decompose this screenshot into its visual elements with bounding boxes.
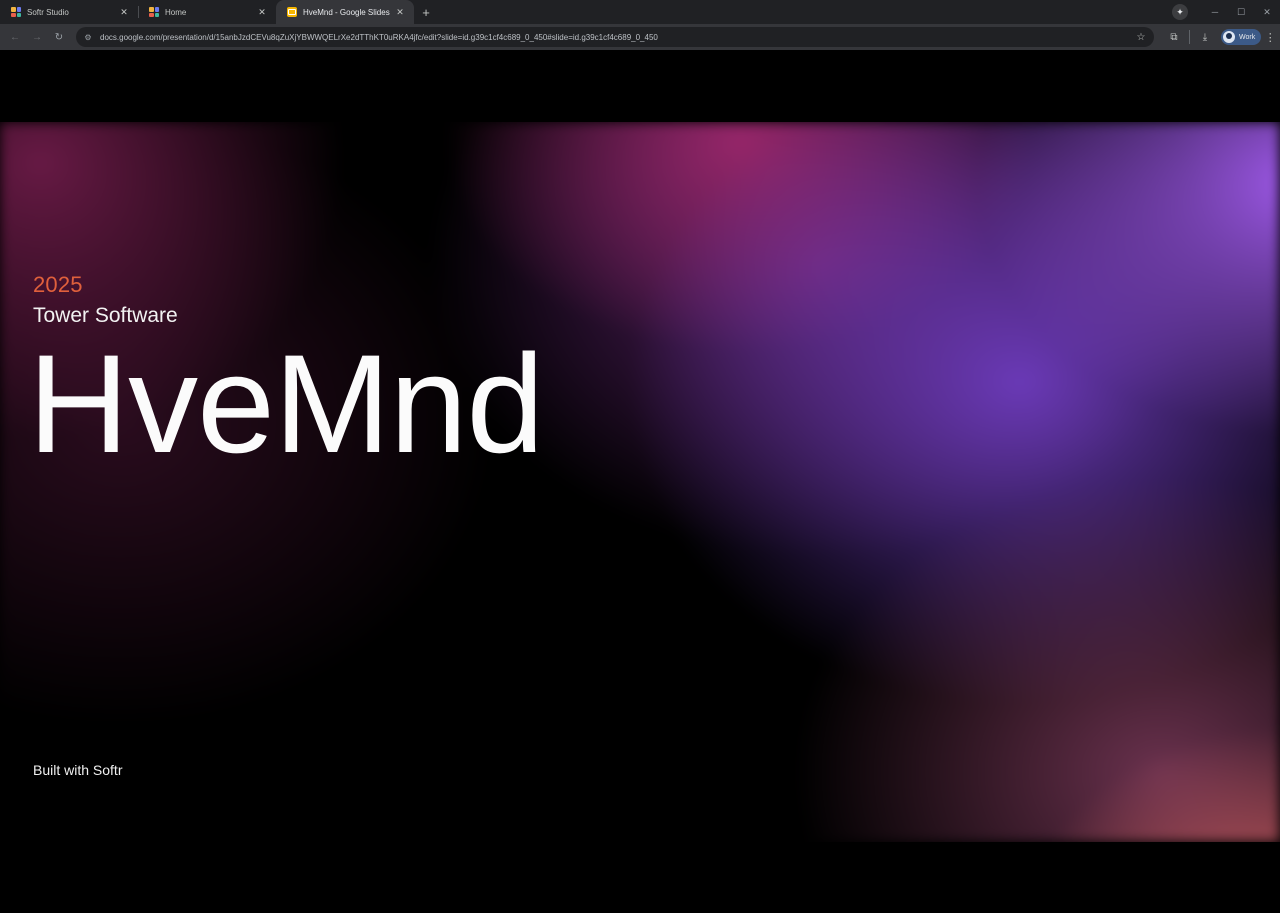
tab-title: HveMnd - Google Slides <box>303 7 390 17</box>
close-icon[interactable]: ✕ <box>118 7 130 18</box>
more-menu-icon[interactable]: ⋮ <box>1261 26 1279 48</box>
slide[interactable]: 2025 Tower Software HveMnd Built with So… <box>0 122 1280 842</box>
forward-arrow-icon[interactable]: → <box>26 26 48 48</box>
close-icon[interactable]: ✕ <box>256 7 268 18</box>
tab-title: Softr Studio <box>27 7 69 17</box>
tab-home[interactable]: Home ✕ <box>138 0 276 24</box>
cast-icon[interactable]: ⧉ <box>1162 26 1186 48</box>
site-info-icon[interactable]: ⚙ <box>82 31 94 43</box>
softr-logo-icon <box>11 7 21 17</box>
toolbar-divider <box>1189 30 1190 44</box>
minimize-icon[interactable]: ─ <box>1202 0 1228 24</box>
reload-icon[interactable]: ↻ <box>48 26 70 48</box>
url-text[interactable]: docs.google.com/presentation/d/15anbJzdC… <box>100 33 1134 42</box>
back-arrow-icon[interactable]: ← <box>4 26 26 48</box>
maximize-icon[interactable]: ☐ <box>1228 0 1254 24</box>
softr-logo-icon <box>149 7 159 17</box>
profile-label: Work <box>1239 33 1256 41</box>
presentation-viewport[interactable]: 2025 Tower Software HveMnd Built with So… <box>0 50 1280 913</box>
slide-brand-title: HveMnd <box>28 325 544 482</box>
avatar <box>1223 31 1235 43</box>
new-tab-button[interactable]: + <box>414 0 438 24</box>
download-icon[interactable]: ⤓ <box>1193 26 1217 48</box>
address-bar[interactable]: ⚙ docs.google.com/presentation/d/15anbJz… <box>76 27 1154 47</box>
toolbar-actions: ⧉ ⤓ Work ⋮ <box>1162 26 1279 48</box>
slide-footer-note: Built with Softr <box>33 762 123 778</box>
window-controls: ✦ ─ ☐ ✕ <box>1172 0 1280 24</box>
tab-title: Home <box>165 7 187 17</box>
gemini-sparkle-icon[interactable]: ✦ <box>1172 4 1188 20</box>
bookmark-star-icon[interactable]: ☆ <box>1134 32 1148 43</box>
profile-button[interactable]: Work <box>1221 29 1262 45</box>
tab-softr-studio[interactable]: Softr Studio ✕ <box>0 0 138 24</box>
tab-google-slides[interactable]: HveMnd - Google Slides ✕ <box>276 0 414 24</box>
window-close-icon[interactable]: ✕ <box>1254 0 1280 24</box>
browser-toolbar: ← → ↻ ⚙ docs.google.com/presentation/d/1… <box>0 24 1280 50</box>
close-icon[interactable]: ✕ <box>394 7 406 18</box>
slide-year: 2025 <box>33 272 83 297</box>
browser-tab-strip: Softr Studio ✕ Home ✕ HveMnd - Google Sl… <box>0 0 1280 24</box>
slide-gradient-background <box>0 122 1280 842</box>
google-slides-icon <box>287 7 297 17</box>
